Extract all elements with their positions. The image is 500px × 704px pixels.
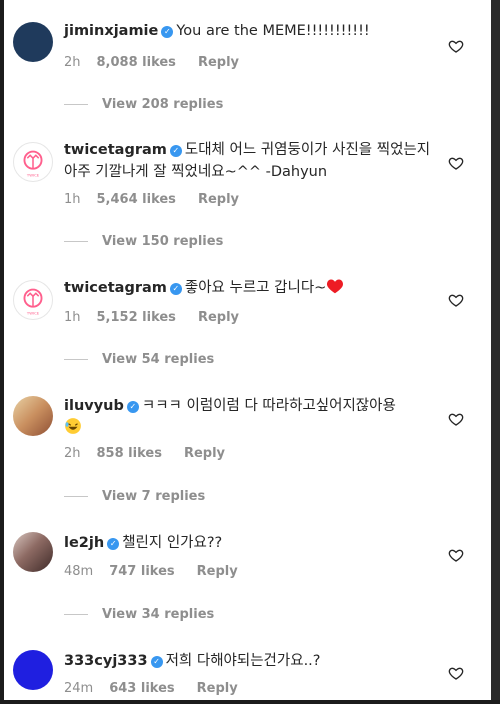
comment-time: 48m: [64, 564, 94, 579]
username[interactable]: jiminxjamie: [64, 23, 158, 39]
comment-text-block: jiminxjamie ✓ You are the MEME!!!!!!!!!!!: [64, 20, 444, 42]
verified-badge-icon: ✓: [107, 538, 120, 550]
comment-time: 1h: [64, 310, 81, 325]
heart-icon[interactable]: [448, 411, 464, 427]
like-count[interactable]: 858 likes: [97, 446, 162, 461]
avatar[interactable]: TWICE: [13, 142, 53, 182]
comment-text-block: twicetagram ✓ 좋아요 누르고 갑니다~: [64, 277, 444, 299]
red-heart-emoji-icon: [327, 279, 344, 294]
bottom-frame-edge: [0, 700, 500, 704]
replies-divider: [64, 104, 88, 105]
username[interactable]: twicetagram: [64, 142, 167, 158]
reply-button[interactable]: Reply: [184, 446, 225, 461]
comment-meta: 2h 8,088 likes Reply: [64, 55, 261, 70]
comment-body: ㅋㅋㅋ 이럼이럼 다 따라하고싶어지잖아용: [141, 398, 396, 414]
comment-body: You are the MEME!!!!!!!!!!!: [176, 23, 370, 39]
reply-button[interactable]: Reply: [198, 55, 239, 70]
replies-divider: [64, 241, 88, 242]
view-replies-label: View 34 replies: [102, 607, 215, 622]
username[interactable]: iluvyub: [64, 398, 124, 414]
view-replies-label: View 150 replies: [102, 234, 224, 249]
right-frame-edge: [491, 0, 500, 704]
comment-meta: 2h 858 likes Reply: [64, 446, 247, 461]
view-replies-button[interactable]: View 34 replies: [64, 607, 214, 622]
avatar[interactable]: [13, 650, 53, 690]
like-count[interactable]: 5,152 likes: [97, 310, 176, 325]
comment-text-block: twicetagram ✓ 도대체 어느 귀염둥이가 사진을 찍었는지 아주 기깔나…: [64, 139, 444, 183]
left-frame-edge: [0, 0, 4, 704]
replies-divider: [64, 496, 88, 497]
comment-time: 2h: [64, 446, 81, 461]
verified-badge-icon: ✓: [169, 145, 182, 157]
avatar[interactable]: [13, 22, 53, 62]
heart-icon[interactable]: [448, 155, 464, 171]
comment-text-block: iluvyub ✓ ㅋㅋㅋ 이럼이럼 다 따라하고싶어지잖아용: [64, 395, 444, 440]
comment-body: 저희 다해야되는건가요..?: [165, 653, 321, 669]
view-replies-button[interactable]: View 208 replies: [64, 97, 223, 112]
comment-body: 좋아요 누르고 갑니다~: [184, 280, 327, 296]
view-replies-label: View 7 replies: [102, 489, 206, 504]
username[interactable]: le2jh: [64, 535, 104, 551]
twice-logo-icon: TWICE: [23, 288, 43, 315]
username[interactable]: 333cyj333: [64, 653, 148, 669]
verified-badge-icon: ✓: [150, 656, 163, 668]
comment-text-block: le2jh ✓ 챌린지 인가요??: [64, 532, 444, 554]
twice-logo-icon: TWICE: [23, 150, 43, 177]
comment-text-block: 333cyj333 ✓ 저희 다해야되는건가요..?: [64, 650, 444, 672]
heart-icon[interactable]: [448, 547, 464, 563]
reply-button[interactable]: Reply: [198, 310, 239, 325]
avatar[interactable]: [13, 396, 53, 436]
username[interactable]: twicetagram: [64, 280, 167, 296]
replies-divider: [64, 614, 88, 615]
like-count[interactable]: 747 likes: [109, 564, 174, 579]
like-count[interactable]: 643 likes: [109, 681, 174, 696]
comment-body: 챌린지 인가요??: [122, 535, 223, 551]
comment-meta: 1h 5,464 likes Reply: [64, 192, 261, 207]
comment-time: 24m: [64, 681, 94, 696]
verified-badge-icon: ✓: [126, 401, 139, 413]
avatar[interactable]: TWICE: [13, 280, 53, 320]
comment-time: 1h: [64, 192, 81, 207]
like-count[interactable]: 8,088 likes: [97, 55, 176, 70]
laughing-face-emoji-icon: [65, 418, 81, 434]
comment-time: 2h: [64, 55, 81, 70]
reply-button[interactable]: Reply: [197, 564, 238, 579]
verified-badge-icon: ✓: [169, 283, 182, 295]
view-replies-button[interactable]: View 150 replies: [64, 234, 223, 249]
like-count[interactable]: 5,464 likes: [97, 192, 176, 207]
view-replies-label: View 208 replies: [102, 97, 224, 112]
view-replies-label: View 54 replies: [102, 352, 215, 367]
view-replies-button[interactable]: View 7 replies: [64, 489, 205, 504]
replies-divider: [64, 359, 88, 360]
heart-icon[interactable]: [448, 665, 464, 681]
verified-badge-icon: ✓: [161, 26, 174, 38]
comment-meta: 48m 747 likes Reply: [64, 564, 260, 579]
comment-meta: 1h 5,152 likes Reply: [64, 310, 261, 325]
comment-meta: 24m 643 likes Reply: [64, 681, 260, 696]
view-replies-button[interactable]: View 54 replies: [64, 352, 214, 367]
reply-button[interactable]: Reply: [197, 681, 238, 696]
reply-button[interactable]: Reply: [198, 192, 239, 207]
heart-icon[interactable]: [448, 292, 464, 308]
avatar[interactable]: [13, 532, 53, 572]
heart-icon[interactable]: [448, 38, 464, 54]
svg-text:TWICE: TWICE: [26, 310, 40, 315]
svg-text:TWICE: TWICE: [26, 172, 40, 177]
